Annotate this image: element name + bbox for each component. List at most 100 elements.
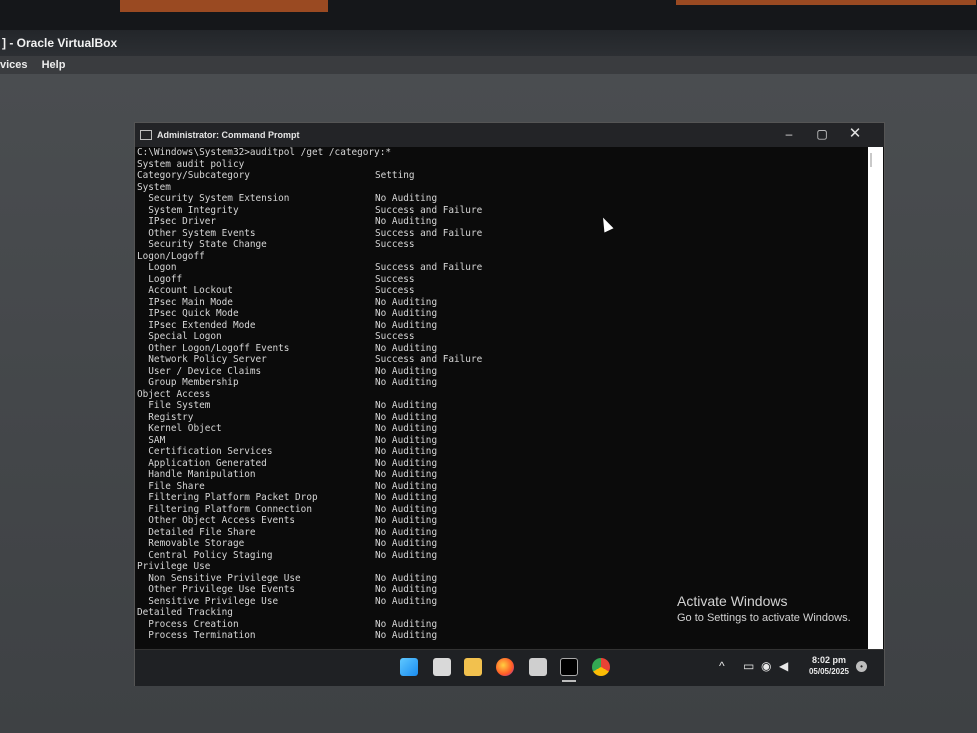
console-line: Filtering Platform Connection No Auditing (137, 504, 863, 516)
display-icon[interactable]: ▭ (743, 659, 754, 673)
audit-setting: No Auditing (375, 193, 438, 204)
audit-setting: No Auditing (375, 538, 438, 549)
maximize-button[interactable]: ▢ (808, 125, 836, 143)
chrome-icon[interactable] (592, 658, 610, 676)
console-output[interactable]: C:\Windows\System32>auditpol /get /categ… (137, 147, 863, 647)
audit-category: Handle Manipulation (137, 469, 256, 480)
file-explorer-icon[interactable] (464, 658, 482, 676)
console-line: Security State Change Success (137, 239, 863, 251)
audit-setting: No Auditing (375, 584, 438, 595)
audit-category: Central Policy Staging (137, 549, 273, 561)
audit-setting: No Auditing (375, 492, 438, 503)
virtualbox-menu-bar: vices Help (0, 56, 977, 74)
terminal-icon[interactable] (560, 658, 578, 676)
volume-icon[interactable]: ◀ (779, 659, 788, 673)
audit-category: User / Device Claims (137, 365, 262, 377)
console-line: Other Object Access Events No Auditing (137, 515, 863, 527)
audit-setting: No Auditing (375, 595, 438, 607)
console-line: Registry No Auditing (137, 412, 863, 424)
menu-help[interactable]: Help (42, 56, 66, 74)
notification-icon[interactable]: • (856, 661, 867, 672)
audit-setting: Success and Failure (375, 354, 483, 365)
audit-category: IPsec Quick Mode (137, 308, 239, 319)
audit-setting: No Auditing (375, 365, 438, 377)
audit-category: Detailed File Share (137, 526, 256, 538)
audit-category: Other System Events (137, 227, 256, 239)
audit-setting: No Auditing (375, 216, 438, 227)
cmd-title-bar[interactable]: Administrator: Command Prompt – ▢ ✕ (135, 123, 884, 147)
audit-category: IPsec Main Mode (137, 296, 233, 308)
console-line: Logoff Success (137, 274, 863, 286)
audit-setting: No Auditing (375, 618, 438, 630)
audit-category: Sensitive Privilege Use (137, 595, 279, 607)
audit-setting: Success (375, 285, 415, 296)
minimize-button[interactable]: – (775, 125, 803, 143)
audit-category: Kernel Object (137, 423, 222, 434)
audit-category: SAM (137, 434, 166, 446)
console-line: Logon Success and Failure (137, 262, 863, 274)
scrollbar-thumb[interactable] (870, 153, 872, 167)
audit-category: Filtering Platform Packet Drop (137, 492, 318, 503)
close-button[interactable]: ✕ (841, 125, 869, 143)
console-line: IPsec Quick Mode No Auditing (137, 308, 863, 320)
audit-setting: No Auditing (375, 342, 438, 354)
console-line: Other Logon/Logoff Events No Auditing (137, 343, 863, 355)
audit-category: File Share (137, 480, 205, 492)
console-line: System audit policy (137, 159, 863, 171)
console-line: Central Policy Staging No Auditing (137, 550, 863, 562)
taskbar-clock[interactable]: 8:02 pm 05/05/2025 (801, 655, 857, 676)
network-icon[interactable]: ◉ (761, 659, 771, 673)
audit-category: IPsec Extended Mode (137, 319, 256, 331)
audit-category: Other Privilege Use Events (137, 584, 296, 595)
tray-chevron-icon[interactable]: ^ (719, 659, 725, 673)
audit-setting: No Auditing (375, 549, 438, 561)
active-app-indicator (562, 680, 576, 682)
virtualbox-title-bar: ] - Oracle VirtualBox (0, 30, 977, 56)
activate-windows-subtitle: Go to Settings to activate Windows. (677, 612, 851, 624)
audit-category: Security State Change (137, 239, 267, 250)
console-line: IPsec Driver No Auditing (137, 216, 863, 228)
console-line: Logon/Logoff (137, 251, 863, 263)
firefox-icon[interactable] (496, 658, 514, 676)
windows-start-icon[interactable] (400, 658, 418, 676)
audit-category: Account Lockout (137, 285, 233, 296)
audit-setting: No Auditing (375, 400, 438, 411)
console-line: Process Termination No Auditing (137, 630, 863, 642)
task-view-icon[interactable] (433, 658, 451, 676)
audit-setting: Success (375, 239, 415, 250)
audit-category: Application Generated (137, 457, 267, 469)
audit-category: Detailed Tracking (137, 607, 233, 618)
menu-devices[interactable]: vices (0, 56, 28, 74)
console-line: Filtering Platform Packet Drop No Auditin… (137, 492, 863, 504)
command-prompt-icon (140, 130, 152, 140)
clapper-icon[interactable] (529, 658, 547, 676)
audit-category: Logon/Logoff (137, 250, 205, 262)
console-line: Kernel Object No Auditing (137, 423, 863, 435)
console-line: File System No Auditing (137, 400, 863, 412)
clock-time: 8:02 pm (811, 655, 846, 665)
audit-setting: No Auditing (375, 377, 438, 388)
audit-setting: No Auditing (375, 296, 438, 308)
console-scrollbar[interactable] (868, 147, 883, 649)
audit-setting: No Auditing (375, 572, 438, 584)
audit-category: Removable Storage (137, 538, 245, 549)
audit-category: Registry (137, 411, 194, 423)
audit-setting: Setting (375, 170, 415, 181)
console-line: Other System Events Success and Failure (137, 228, 863, 240)
audit-setting: Success (375, 331, 415, 342)
audit-setting: No Auditing (375, 630, 438, 641)
console-line: Special Logon Success (137, 331, 863, 343)
console-line: Group Membership No Auditing (137, 377, 863, 389)
audit-setting: Success and Failure (375, 262, 483, 273)
virtualbox-display-area: Administrator: Command Prompt – ▢ ✕ C:\W… (0, 74, 977, 733)
console-line: Removable Storage No Auditing (137, 538, 863, 550)
console-line: System Integrity Success and Failure (137, 205, 863, 217)
audit-category: Group Membership (137, 377, 239, 388)
virtualbox-title: ] - Oracle VirtualBox (2, 36, 118, 50)
console-line: Handle Manipulation No Auditing (137, 469, 863, 481)
audit-category: Filtering Platform Connection (137, 503, 312, 515)
audit-setting: No Auditing (375, 423, 438, 434)
console-line: Security System Extension No Auditing (137, 193, 863, 205)
activate-windows-watermark: Activate Windows Go to Settings to activ… (677, 593, 851, 624)
audit-category: Logoff (137, 273, 183, 285)
